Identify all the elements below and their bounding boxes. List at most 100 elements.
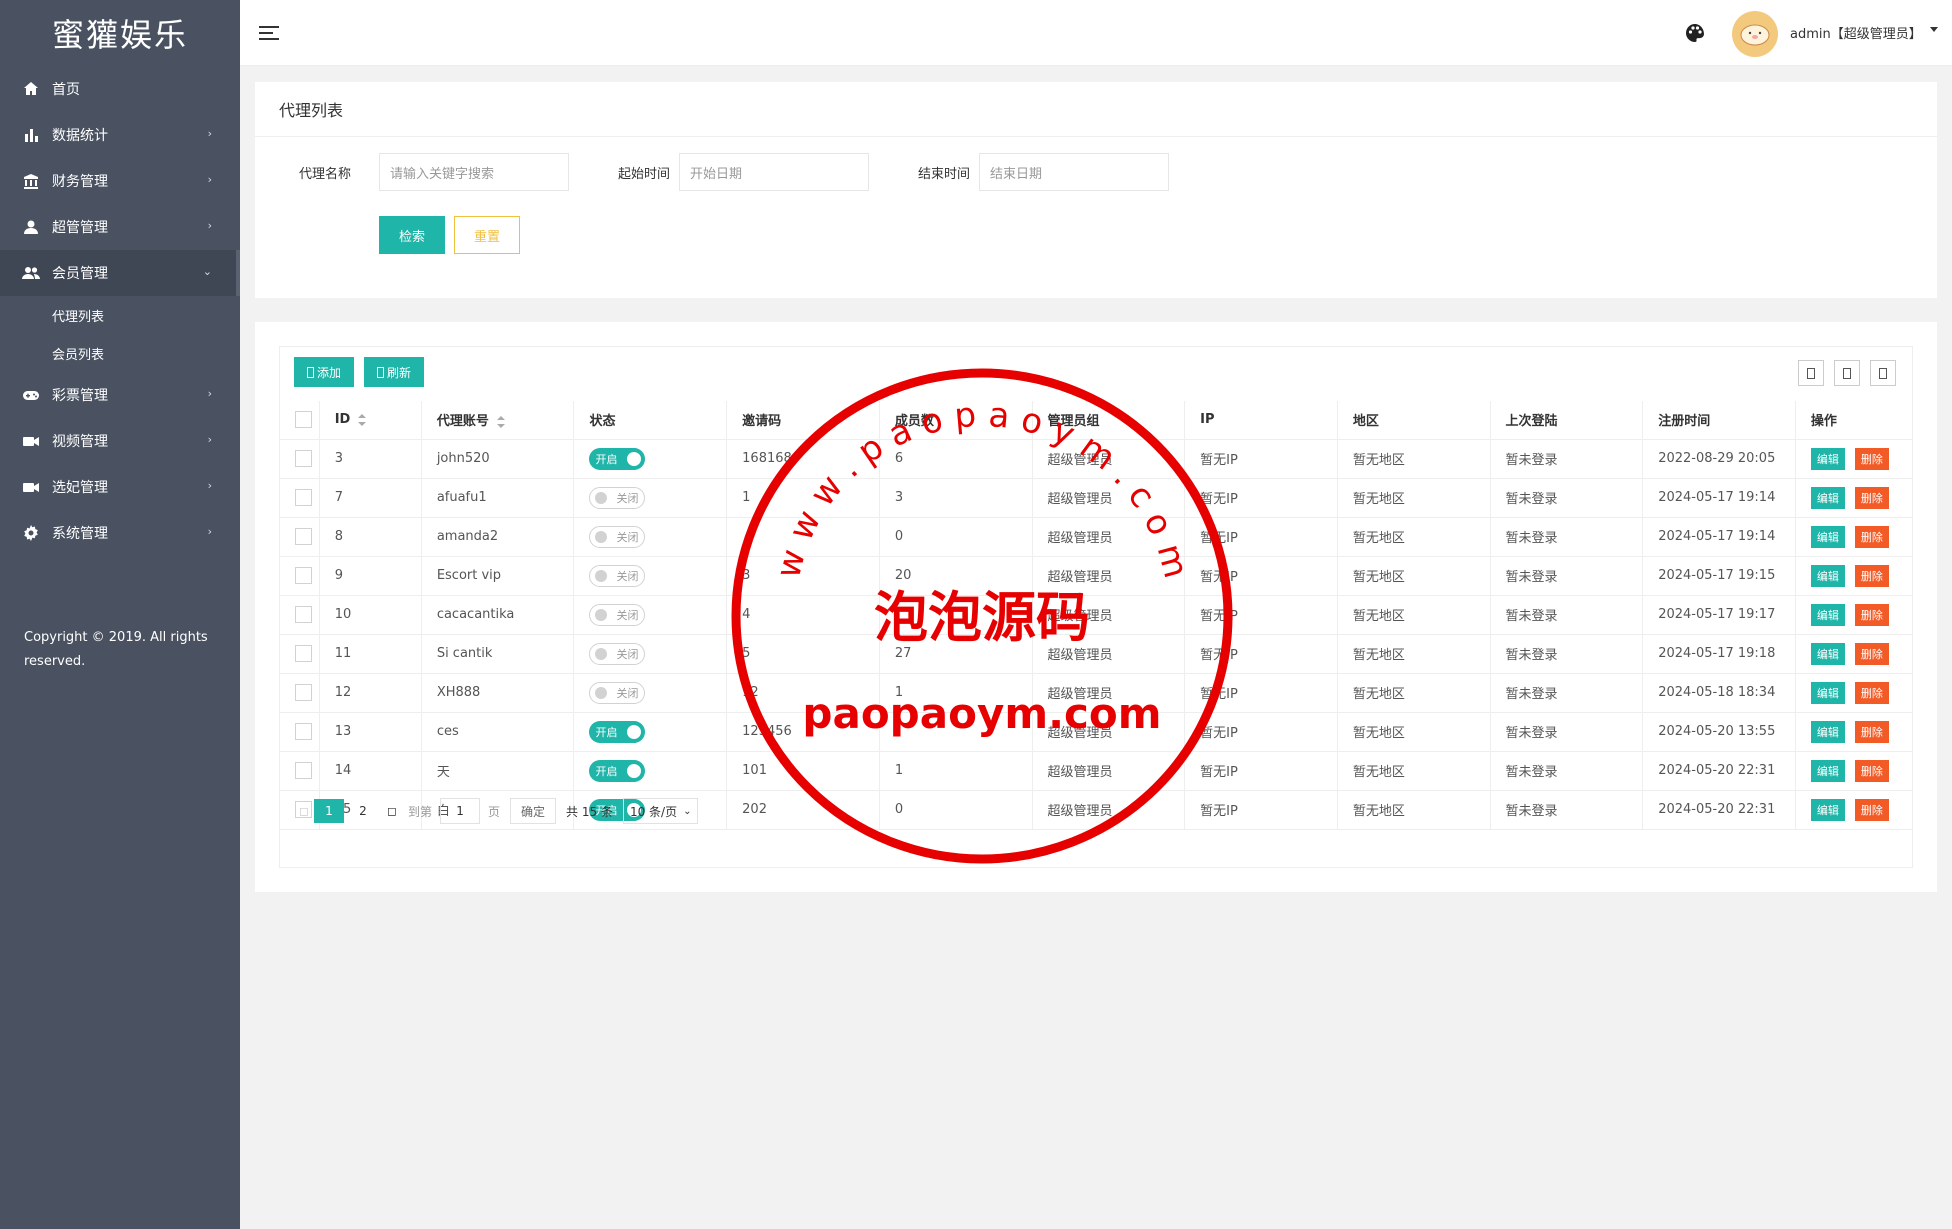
print-icon[interactable]: [1870, 360, 1896, 386]
page-size-select[interactable]: 10 条/页 ⌄: [622, 798, 699, 824]
table-row: 9 Escort vip 关闭 3 20 超级管理员 暂无IP 暂无地区 暂未登录 2024-05…: [280, 556, 1912, 596]
page-input[interactable]: 1: [440, 798, 481, 824]
row-checkbox[interactable]: [295, 567, 312, 584]
export-icon[interactable]: [1834, 360, 1860, 386]
delete-button[interactable]: 删除: [1854, 525, 1889, 548]
page-2[interactable]: 2: [348, 799, 378, 823]
row-select-cell[interactable]: [280, 595, 320, 635]
delete-button[interactable]: 删除: [1854, 759, 1889, 782]
sidebar-item-5[interactable]: 彩票管理 ›: [0, 372, 240, 418]
delete-button[interactable]: 删除: [1854, 642, 1889, 665]
edit-button[interactable]: 编辑: [1810, 564, 1845, 587]
edit-button[interactable]: 编辑: [1810, 525, 1845, 548]
delete-button[interactable]: 删除: [1854, 720, 1889, 743]
reset-button[interactable]: 重置: [454, 216, 520, 254]
sidebar-item-1[interactable]: 数据统计 ›: [0, 112, 240, 158]
status-toggle[interactable]: 关闭: [589, 681, 646, 704]
edit-button[interactable]: 编辑: [1810, 447, 1845, 470]
sidebar-subitem-1[interactable]: 会员列表: [0, 334, 240, 372]
sidebar-item-7[interactable]: 选妃管理 ›: [0, 464, 240, 510]
user-name[interactable]: admin【超级管理员】: [1790, 23, 1922, 42]
status-toggle[interactable]: 开启: [589, 720, 646, 743]
palette-icon[interactable]: [1684, 22, 1706, 44]
edit-button[interactable]: 编辑: [1810, 720, 1845, 743]
sidebar-item-3[interactable]: 超管管理 ›: [0, 204, 240, 250]
status-toggle-label: 关闭: [616, 686, 639, 700]
row-checkbox[interactable]: [295, 606, 312, 623]
row-checkbox[interactable]: [295, 723, 312, 740]
page-1[interactable]: 1: [314, 799, 344, 823]
name-search-input[interactable]: 请输入关键字搜索: [379, 153, 569, 191]
column-header[interactable]: 代理账号: [421, 401, 575, 440]
cell-region: 暂无地区: [1337, 751, 1491, 791]
row-checkbox[interactable]: [295, 684, 312, 701]
row-select-cell[interactable]: [280, 556, 320, 596]
column-header[interactable]: ID: [319, 401, 422, 440]
column-header: 注册时间: [1642, 401, 1796, 440]
avatar-face-icon: [1740, 24, 1770, 46]
cell-members: [879, 595, 1033, 635]
sidebar-item-0[interactable]: 首页: [0, 66, 240, 112]
refresh-button[interactable]: 刷新: [364, 357, 424, 387]
edit-button[interactable]: 编辑: [1810, 642, 1845, 665]
avatar[interactable]: [1732, 11, 1778, 57]
status-toggle[interactable]: 开启: [589, 759, 646, 782]
add-button[interactable]: 添加: [294, 357, 354, 387]
row-select-cell[interactable]: [280, 517, 320, 557]
row-select-cell[interactable]: [280, 712, 320, 752]
row-checkbox[interactable]: [295, 762, 312, 779]
row-select-cell[interactable]: [280, 673, 320, 713]
next-page-icon[interactable]: ◻: [382, 799, 402, 823]
column-header-label: 管理员组: [1047, 414, 1100, 430]
cell-region: 暂无地区: [1337, 478, 1491, 518]
edit-button[interactable]: 编辑: [1810, 681, 1845, 704]
header-select-all[interactable]: [280, 401, 320, 440]
column-header: IP: [1184, 401, 1338, 440]
prev-page-icon[interactable]: ◻: [294, 799, 314, 823]
sidebar-item-4[interactable]: 会员管理 ⌄: [0, 250, 240, 296]
status-toggle[interactable]: 关闭: [589, 525, 646, 548]
edit-button[interactable]: 编辑: [1810, 486, 1845, 509]
sort-icon[interactable]: [496, 415, 505, 428]
menu-toggle-icon[interactable]: [258, 22, 280, 44]
sidebar-item-6[interactable]: 视频管理 ›: [0, 418, 240, 464]
status-toggle[interactable]: 关闭: [589, 486, 646, 509]
delete-button[interactable]: 删除: [1854, 564, 1889, 587]
end-date-input[interactable]: 结束日期: [979, 153, 1169, 191]
row-select-cell[interactable]: [280, 478, 320, 518]
delete-button[interactable]: 删除: [1854, 681, 1889, 704]
status-toggle[interactable]: 关闭: [589, 564, 646, 587]
status-toggle[interactable]: 关闭: [589, 642, 646, 665]
row-checkbox[interactable]: [295, 528, 312, 545]
column-header-label: IP: [1200, 412, 1215, 428]
row-select-cell[interactable]: [280, 634, 320, 674]
status-toggle[interactable]: 关闭: [589, 603, 646, 626]
row-select-cell[interactable]: [280, 751, 320, 791]
row-checkbox[interactable]: [295, 645, 312, 662]
columns-filter-icon[interactable]: [1798, 360, 1824, 386]
status-toggle[interactable]: 开启: [589, 447, 646, 470]
delete-button[interactable]: 删除: [1854, 486, 1889, 509]
cell-admin-group: 超级管理员: [1032, 478, 1186, 518]
cell-actions: 编辑 删除: [1795, 712, 1912, 752]
sidebar-item-8[interactable]: 系统管理 ›: [0, 510, 240, 556]
total-count: 共 15 条: [566, 804, 613, 819]
delete-button[interactable]: 删除: [1854, 447, 1889, 470]
search-button[interactable]: 检索: [379, 216, 445, 254]
edit-button[interactable]: 编辑: [1810, 603, 1845, 626]
sidebar-item-label: 视频管理: [52, 434, 108, 450]
user-caret-icon[interactable]: [1930, 27, 1938, 32]
sidebar-subitem-0[interactable]: 代理列表: [0, 296, 240, 334]
start-date-input[interactable]: 开始日期: [679, 153, 869, 191]
confirm-page-button[interactable]: 确定: [510, 798, 557, 824]
edit-button[interactable]: 编辑: [1810, 759, 1845, 782]
sort-icon[interactable]: [358, 413, 367, 426]
row-checkbox[interactable]: [295, 489, 312, 506]
row-select-cell[interactable]: [280, 439, 320, 479]
bar-chart-icon: [22, 126, 40, 144]
sidebar-item-2[interactable]: 财务管理 ›: [0, 158, 240, 204]
delete-button[interactable]: 删除: [1854, 603, 1889, 626]
row-checkbox[interactable]: [295, 450, 312, 467]
select-all-checkbox[interactable]: [295, 411, 312, 429]
cell-status: 开启: [573, 439, 728, 479]
